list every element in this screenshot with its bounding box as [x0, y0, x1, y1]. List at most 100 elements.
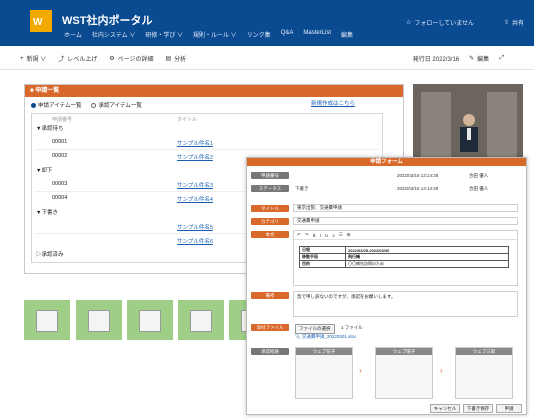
share-button[interactable]: ⇧ 共有 — [504, 18, 524, 27]
save-draft-button[interactable]: 下書き保存 — [463, 404, 493, 413]
row-title-link[interactable]: サンプル件名6 — [177, 237, 213, 245]
nav-edit[interactable]: 編集 — [341, 30, 353, 39]
share-icon: ⇧ — [503, 20, 509, 26]
body-table-row: 目的 〇〇様先訪問のため — [299, 260, 509, 268]
group-draft[interactable]: ▼下書き — [36, 208, 58, 216]
bold-icon[interactable]: B — [313, 233, 316, 238]
new-label: 新規 ∨ — [26, 57, 47, 63]
status-value: 下書き — [295, 186, 309, 191]
label-body: 本文 — [251, 231, 289, 238]
label-approval-route: 承認経路 — [251, 348, 289, 355]
undo-icon[interactable]: ↶ — [297, 232, 301, 238]
expand-icon[interactable]: ⤢ — [499, 55, 504, 62]
modified-by: 合田 優人 — [469, 173, 489, 178]
top-nav: ホーム 社内システム ∨ 研修・学び ∨ 規則・ルール ∨ リンク集 Q&A M… — [64, 30, 353, 39]
body-rich-text-editor[interactable]: ↶ ↷ B I U ≡ ☰ ⊞ 日程 2022/03/28-2022/03/30… — [293, 230, 518, 286]
quick-link-tile[interactable] — [127, 300, 173, 340]
align-left-icon[interactable]: ≡ — [332, 233, 335, 238]
presenter-image — [413, 84, 523, 164]
pencil-icon: ✎ — [469, 56, 475, 62]
row-title-link[interactable]: サンプル件名5 — [177, 223, 213, 231]
nav-qa[interactable]: Q&A — [281, 30, 294, 39]
new-request-link[interactable]: 新規作成はこちら — [311, 99, 355, 107]
svg-text:W: W — [33, 17, 43, 28]
title-input[interactable]: 東京出張：交通費申請 — [293, 204, 518, 212]
table-cell: 2022/03/28-2022/03/30 — [345, 246, 509, 254]
command-bar: + 新規 ∨ ⤴ レベル上げ ⚙ ページの詳細 ▤ 分析 発行日 2022/3/… — [0, 48, 534, 70]
row-title-link[interactable]: サンプル件名1 — [177, 139, 213, 147]
underline-icon[interactable]: U — [325, 233, 328, 238]
request-form-title: 申請フォーム — [247, 158, 526, 166]
attached-file[interactable]: 📎 交通費申請_20220301.xlsx — [295, 334, 356, 340]
redo-icon[interactable]: ↷ — [305, 232, 309, 238]
row-title-link[interactable]: サンプル件名3 — [177, 181, 213, 189]
page-detail-button[interactable]: ⚙ ページの詳細 — [109, 54, 153, 63]
paperclip-icon: 📎 — [295, 334, 301, 339]
nav-training[interactable]: 研修・学び ∨ — [145, 30, 183, 39]
chevron-right-icon: › — [359, 366, 362, 375]
nav-home[interactable]: ホーム — [64, 30, 82, 39]
editor-toolbar: ↶ ↷ B I U ≡ ☰ ⊞ — [294, 231, 517, 240]
approver-box[interactable]: ウェブ花子 — [295, 347, 353, 399]
category-select[interactable]: 交通費申請 — [293, 217, 518, 225]
created-date: 2022/03/16 13:14:28 — [397, 186, 439, 191]
group-pending[interactable]: ▼承認待ち — [36, 124, 63, 132]
new-button[interactable]: + 新規 ∨ — [20, 54, 47, 64]
chevron-right-icon: › — [440, 366, 443, 375]
table-cell: 目的 — [299, 260, 346, 268]
body-table: 日程 2022/03/28-2022/03/30 移動手段 飛行機 目的 〇〇様… — [299, 246, 509, 268]
list-icon[interactable]: ☰ — [339, 232, 343, 238]
quick-link-tile[interactable] — [24, 300, 70, 340]
row-id: 00004 — [52, 195, 68, 201]
label-category: カテゴリ — [251, 218, 289, 225]
notes-textarea[interactable]: 急で申し訳ないのですが、承認をお願いします。 — [293, 291, 518, 317]
table-cell: 日程 — [299, 246, 346, 254]
nav-masterlist[interactable]: MasterList — [303, 30, 331, 39]
analytics-label: 分析 — [174, 57, 187, 63]
laptop-icon — [36, 310, 58, 332]
approver-box[interactable]: ウェブ三郎 — [455, 347, 513, 399]
table-icon[interactable]: ⊞ — [347, 232, 351, 238]
site-logo[interactable]: W — [30, 10, 52, 32]
table-cell: 飛行機 — [345, 253, 509, 261]
request-form-dialog: 申請フォーム 申請番号 2022/03/16 13:14:28 合田 優人 ステ… — [246, 157, 527, 415]
column-header-id: 申請番号 — [52, 117, 73, 123]
analytics-button[interactable]: ▤ 分析 — [166, 54, 187, 63]
submit-button[interactable]: 申請 — [496, 404, 522, 413]
site-title[interactable]: WST社内ポータル — [62, 12, 152, 28]
radio-approval-items[interactable]: 承認アイテム一覧 — [91, 101, 142, 109]
row-title-link[interactable]: サンプル件名2 — [177, 153, 213, 161]
nav-rules[interactable]: 規則・ルール ∨ — [193, 30, 237, 39]
level-up-button[interactable]: ⤴ レベル上げ — [58, 54, 97, 63]
radio-request-items-label: 申請アイテム一覧 — [38, 103, 82, 109]
group-approved[interactable]: ▷承認済み — [36, 250, 64, 258]
created-by: 合田 優人 — [469, 186, 489, 191]
top-navigation-bar: W WST社内ポータル ホーム 社内システム ∨ 研修・学び ∨ 規則・ルール … — [0, 0, 534, 46]
label-status: ステータス — [251, 185, 289, 192]
request-list-title-text: 申請一覧 — [35, 88, 60, 94]
group-rejected[interactable]: ▼却下 — [36, 166, 52, 174]
follow-button[interactable]: ☆ フォローしていません — [406, 18, 474, 27]
star-icon: ☆ — [405, 20, 412, 26]
file-select-button[interactable]: ファイルの選択 — [295, 324, 335, 334]
row-title-link[interactable]: サンプル件名4 — [177, 195, 213, 203]
italic-icon[interactable]: I — [320, 233, 321, 238]
cancel-button[interactable]: キャンセル — [430, 404, 460, 413]
attached-file-name: 交通費申請_20220301.xlsx — [301, 334, 356, 339]
quick-link-tile[interactable] — [76, 300, 122, 340]
row-divider — [35, 149, 379, 150]
radio-request-items[interactable]: 申請アイテム一覧 — [31, 101, 81, 109]
nav-systems[interactable]: 社内システム ∨ — [92, 30, 136, 39]
nav-links[interactable]: リンク集 — [247, 30, 271, 39]
chart-icon: ▤ — [165, 56, 172, 62]
request-list-title: ■ 申請一覧 — [25, 85, 403, 97]
coin-icon — [190, 310, 212, 332]
video-thumbnail[interactable] — [413, 84, 523, 164]
radio-approval-items-label: 承認アイテム一覧 — [98, 103, 142, 109]
share-label: 共有 — [511, 21, 524, 27]
approver-box[interactable]: ウェブ陽子 — [375, 347, 433, 399]
label-title: タイトル — [251, 205, 289, 212]
edit-button[interactable]: ✎ 編集 — [469, 54, 489, 63]
file-count: 1 ファイル — [341, 325, 363, 330]
quick-link-tile[interactable] — [178, 300, 224, 340]
